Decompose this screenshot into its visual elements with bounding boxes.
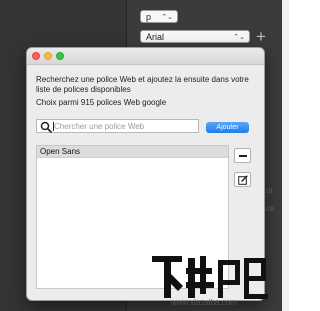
search-input[interactable] — [54, 120, 194, 132]
font-family-value: Arial — [146, 32, 165, 42]
paragraph-style-select[interactable]: p ⌃⌄ — [140, 10, 178, 23]
watermark-site: www.xiazaiba.com — [171, 298, 237, 307]
chevron-updown-icon: ⌃⌄ — [233, 34, 245, 41]
background-text: ur — [266, 186, 274, 195]
font-family-select[interactable]: Arial ⌃⌄ — [140, 30, 250, 43]
remove-font-button[interactable] — [234, 148, 251, 163]
font-count-text: Choix parmi 915 polices Web google — [36, 98, 167, 107]
background-edge — [282, 0, 289, 311]
add-button[interactable]: Ajouter — [206, 122, 249, 133]
edit-icon — [238, 175, 248, 185]
minus-icon — [239, 155, 247, 157]
background-text: ce — [266, 204, 275, 213]
close-window-icon[interactable] — [32, 52, 40, 60]
search-field[interactable] — [36, 119, 199, 133]
search-icon — [40, 121, 52, 133]
dialog-titlebar — [27, 48, 264, 65]
font-list-item[interactable]: Open Sans — [37, 146, 228, 158]
chevron-updown-icon: ⌃⌄ — [161, 14, 173, 21]
minimize-window-icon[interactable] — [44, 52, 52, 60]
zoom-window-icon[interactable] — [56, 52, 64, 60]
paragraph-style-value: p — [146, 12, 152, 22]
add-font-icon[interactable]: + — [256, 27, 266, 47]
edit-font-button[interactable] — [234, 172, 251, 187]
dialog-description: Recherchez une police Web et ajoutez la … — [36, 75, 249, 94]
